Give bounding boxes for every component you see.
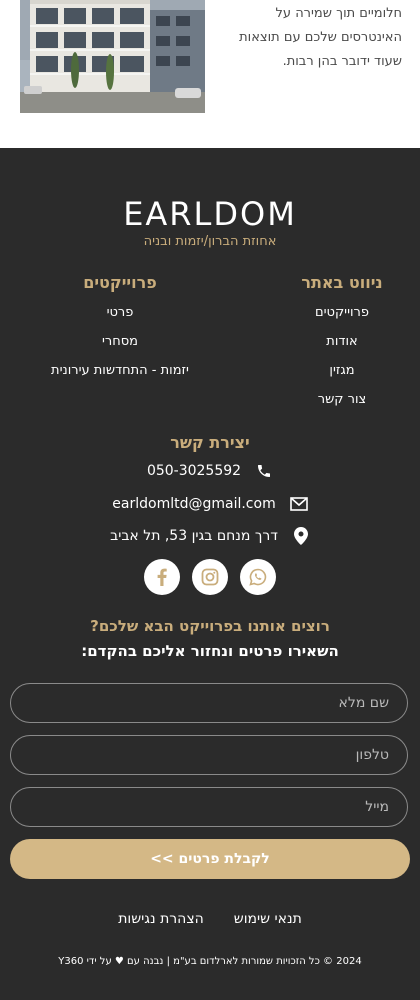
address-text: דרך מנחם בגין 53, תל אביב [110, 528, 278, 544]
terms-link[interactable]: תנאי שימוש [234, 911, 302, 927]
building-image [20, 0, 205, 113]
intro-text: חלומיים תוך שמירה על האינטרסים שלכם עם ת… [222, 2, 402, 74]
site-nav-column: ניווט באתר פרוייקטים אודות מגזין צור קשר [282, 273, 402, 414]
whatsapp-icon[interactable] [240, 559, 276, 595]
logo-wordmark: EARLDOM [123, 195, 297, 233]
social-links [0, 559, 420, 595]
logo[interactable]: EARLDOM אחוזת הברון/יזמות ובניה [0, 196, 420, 249]
projects-title: פרוייקטים [83, 273, 157, 292]
footer: EARLDOM אחוזת הברון/יזמות ובניה ניווט בא… [0, 148, 420, 1000]
contact-phone[interactable]: 050-3025592 [0, 462, 420, 480]
projects-link-commercial[interactable]: מסחרי [20, 327, 220, 356]
nav-link-about[interactable]: אודות [282, 327, 402, 356]
email-address[interactable]: earldomltd@gmail.com [112, 496, 275, 512]
intro-line: שעוד ידובר בהן רבות. [282, 54, 402, 69]
projects-column: פרוייקטים פרטי מסחרי יזמות - התחדשות עיר… [20, 273, 220, 385]
nav-link-contact[interactable]: צור קשר [282, 385, 402, 414]
submit-button[interactable]: לקבלת פרטים >> [10, 839, 410, 879]
intro-line: האינטרסים שלכם עם תוצאות [239, 30, 402, 45]
phone-icon [255, 462, 273, 480]
contact-address[interactable]: דרך מנחם בגין 53, תל אביב [0, 527, 420, 545]
cta-headline: רוצים אותנו בפרוייקט הבא שלכם? [90, 617, 330, 635]
top-section: חלומיים תוך שמירה על האינטרסים שלכם עם ת… [0, 0, 420, 148]
facebook-icon[interactable] [144, 559, 180, 595]
site-nav-title: ניווט באתר [301, 273, 383, 292]
nav-link-magazine[interactable]: מגזין [282, 356, 402, 385]
legal-links: תנאי שימוש הצהרת נגישות [0, 911, 420, 927]
accessibility-link[interactable]: הצהרת נגישות [118, 911, 204, 927]
envelope-icon [289, 495, 308, 513]
contact-title: יצירת קשר [170, 433, 250, 452]
logo-subtitle: אחוזת הברון/יזמות ובניה [143, 234, 277, 249]
page: חלומיים תוך שמירה על האינטרסים שלכם עם ת… [0, 0, 420, 1000]
phone-number[interactable]: 050-3025592 [147, 463, 241, 479]
phone-input[interactable] [10, 735, 408, 775]
full-name-input[interactable] [10, 683, 408, 723]
email-input[interactable] [10, 787, 408, 827]
copyright-text: 2024 © כל הזכויות שמורות לארלדום בע"מ | … [58, 956, 362, 967]
instagram-icon[interactable] [192, 559, 228, 595]
projects-link-urban-renewal[interactable]: יזמות - התחדשות עירונית [20, 356, 220, 385]
cta-subheadline: השאירו פרטים ונחזור אליכם בהקדם: [81, 642, 339, 660]
intro-line: חלומיים תוך שמירה על [275, 6, 402, 21]
location-pin-icon [292, 527, 310, 545]
nav-link-projects[interactable]: פרוייקטים [282, 298, 402, 327]
projects-link-private[interactable]: פרטי [20, 298, 220, 327]
contact-email[interactable]: earldomltd@gmail.com [0, 495, 420, 513]
